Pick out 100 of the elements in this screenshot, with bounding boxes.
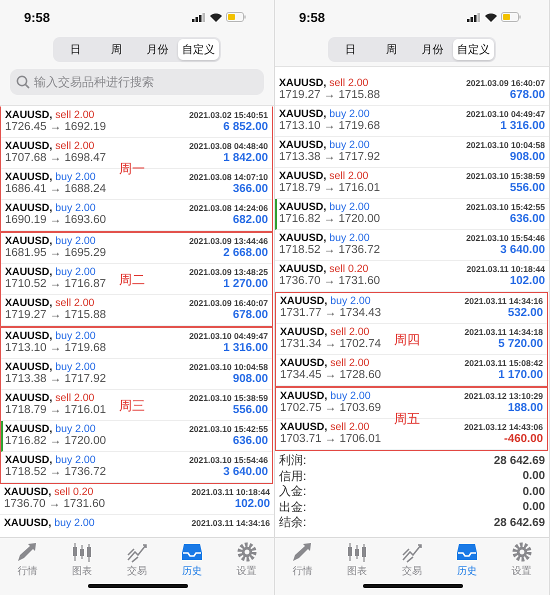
search-field[interactable]: 输入交易品种进行搜索: [10, 69, 264, 95]
profit-value: 908.00: [510, 151, 545, 163]
inbox-icon: [180, 541, 203, 563]
symbol: XAUUSD,: [5, 392, 52, 404]
price-range: 1713.10 → 1719.68: [5, 342, 106, 354]
trade-time: 2021.03.11 14:34:16: [464, 296, 543, 306]
price-range: 1736.70 → 1731.60: [279, 275, 380, 287]
symbol: XAUUSD,: [279, 108, 326, 120]
trade-time: 2021.03.02 15:40:51: [189, 110, 268, 120]
signal-icon: [192, 12, 206, 22]
price-range: 1710.52 → 1716.87: [5, 278, 106, 290]
trade-time: 2021.03.08 04:48:40: [189, 141, 268, 151]
symbol: XAUUSD,: [5, 171, 52, 183]
profit-value: 1 170.00: [498, 369, 543, 381]
settings-icon: [510, 541, 533, 563]
summary-value: 28 642.69: [494, 454, 545, 467]
summary-label: 入金:: [279, 483, 306, 500]
wifi-icon: [210, 12, 222, 22]
trade-time: 2021.03.10 15:38:59: [466, 171, 545, 181]
nav-tab[interactable]: 历史: [164, 541, 220, 578]
profit-value: 2 668.00: [223, 247, 268, 259]
symbol: XAUUSD,: [280, 421, 328, 433]
price-range: 1718.79 → 1716.01: [5, 404, 106, 416]
symbol: XAUUSD,: [279, 263, 326, 275]
order-type: sell 2.00: [330, 357, 370, 369]
symbol: XAUUSD,: [279, 170, 326, 182]
handwritten-note: 周三: [119, 398, 145, 414]
candlestick-icon: [71, 541, 94, 563]
symbol: XAUUSD,: [5, 266, 52, 278]
nav-tab[interactable]: 设置: [494, 541, 549, 578]
symbol: XAUUSD,: [5, 330, 52, 342]
profit-value: 102.00: [234, 498, 270, 510]
symbol: XAUUSD,: [5, 140, 52, 152]
symbol: XAUUSD,: [5, 454, 52, 466]
trade-time: 2021.03.10 04:49:47: [189, 331, 268, 341]
order-type: sell 2.00: [329, 77, 368, 89]
trade-time: 2021.03.09 13:44:46: [189, 236, 268, 246]
order-type: buy 2.00: [329, 108, 370, 120]
summary-label: 利润:: [279, 452, 306, 470]
trade-time: 2021.03.09 16:40:07: [466, 78, 545, 88]
symbol: XAUUSD,: [279, 201, 326, 213]
price-range: 1718.52 → 1736.72: [5, 466, 106, 478]
summary-value: 0.00: [522, 470, 545, 482]
order-type: sell 2.00: [329, 170, 368, 182]
period-tab[interactable]: 周: [371, 39, 412, 60]
order-type: buy 2.00: [330, 295, 371, 307]
order-type: buy 2.00: [55, 171, 96, 183]
profit-value: 678.00: [510, 89, 545, 101]
order-type: sell 2.00: [55, 297, 94, 309]
nav-tab[interactable]: 历史: [439, 541, 494, 578]
period-tab[interactable]: 月份: [412, 39, 453, 60]
nav-tab[interactable]: 交易: [110, 541, 164, 578]
nav-tab[interactable]: 图表: [54, 541, 110, 578]
summary-label: 结余:: [279, 514, 306, 532]
price-range: 1713.38 → 1717.92: [5, 373, 106, 385]
nav-tab[interactable]: 交易: [384, 541, 440, 578]
price-range: 1690.19 → 1693.60: [5, 214, 106, 226]
profit-value: 636.00: [232, 435, 268, 447]
signal-icon: [467, 12, 481, 22]
period-tab[interactable]: 自定义: [453, 39, 494, 60]
trade-time: 2021.03.11 14:34:18: [464, 327, 543, 337]
handwritten-note: 周四: [394, 332, 420, 348]
summary-value: 0.00: [522, 486, 545, 498]
trade-time: 2021.03.10 15:42:55: [466, 202, 545, 212]
period-tab[interactable]: 月份: [137, 39, 178, 60]
period-tab[interactable]: 日: [330, 39, 371, 60]
order-type: buy 2.00: [55, 202, 96, 214]
symbol: XAUUSD,: [5, 235, 52, 247]
symbol: XAUUSD,: [5, 297, 52, 309]
candlestick-icon: [346, 541, 368, 563]
period-tab[interactable]: 周: [96, 39, 137, 60]
profit-value: 1 316.00: [223, 342, 268, 354]
price-range: 1681.95 → 1695.29: [5, 247, 106, 259]
profit-value: 3 640.00: [500, 244, 545, 256]
order-type: sell 2.00: [55, 392, 94, 404]
profit-value: 678.00: [232, 309, 268, 321]
order-type: buy 2.00: [55, 454, 96, 466]
status-time: 9:58: [24, 10, 50, 24]
handwritten-note: 周二: [119, 272, 145, 288]
price-range: 1702.75 → 1703.69: [280, 402, 382, 414]
symbol: XAUUSD,: [279, 232, 326, 244]
order-type: buy 2.00: [55, 330, 96, 342]
trade-time: 2021.03.10 15:54:46: [189, 455, 268, 465]
symbol: XAUUSD,: [5, 423, 52, 435]
symbol: XAUUSD,: [5, 361, 52, 373]
trade-time: 2021.03.08 14:07:10: [189, 172, 268, 182]
trade-time: 2021.03.10 15:42:55: [189, 424, 268, 434]
nav-tab[interactable]: 行情: [0, 541, 55, 578]
period-tab[interactable]: 自定义: [178, 39, 219, 60]
nav-tab[interactable]: 图表: [330, 541, 385, 578]
price-range: 1734.45 → 1728.60: [280, 369, 382, 381]
nav-tab[interactable]: 行情: [275, 541, 330, 578]
symbol: XAUUSD,: [279, 139, 326, 151]
symbol: XAUUSD,: [5, 109, 52, 121]
trade-time: 2021.03.10 10:04:58: [189, 362, 268, 372]
symbol: XAUUSD,: [279, 77, 326, 89]
summary-value: 0.00: [522, 501, 545, 514]
price-range: 1719.27 → 1715.88: [5, 309, 106, 321]
nav-tab[interactable]: 设置: [219, 541, 274, 578]
period-tab[interactable]: 日: [55, 39, 96, 60]
